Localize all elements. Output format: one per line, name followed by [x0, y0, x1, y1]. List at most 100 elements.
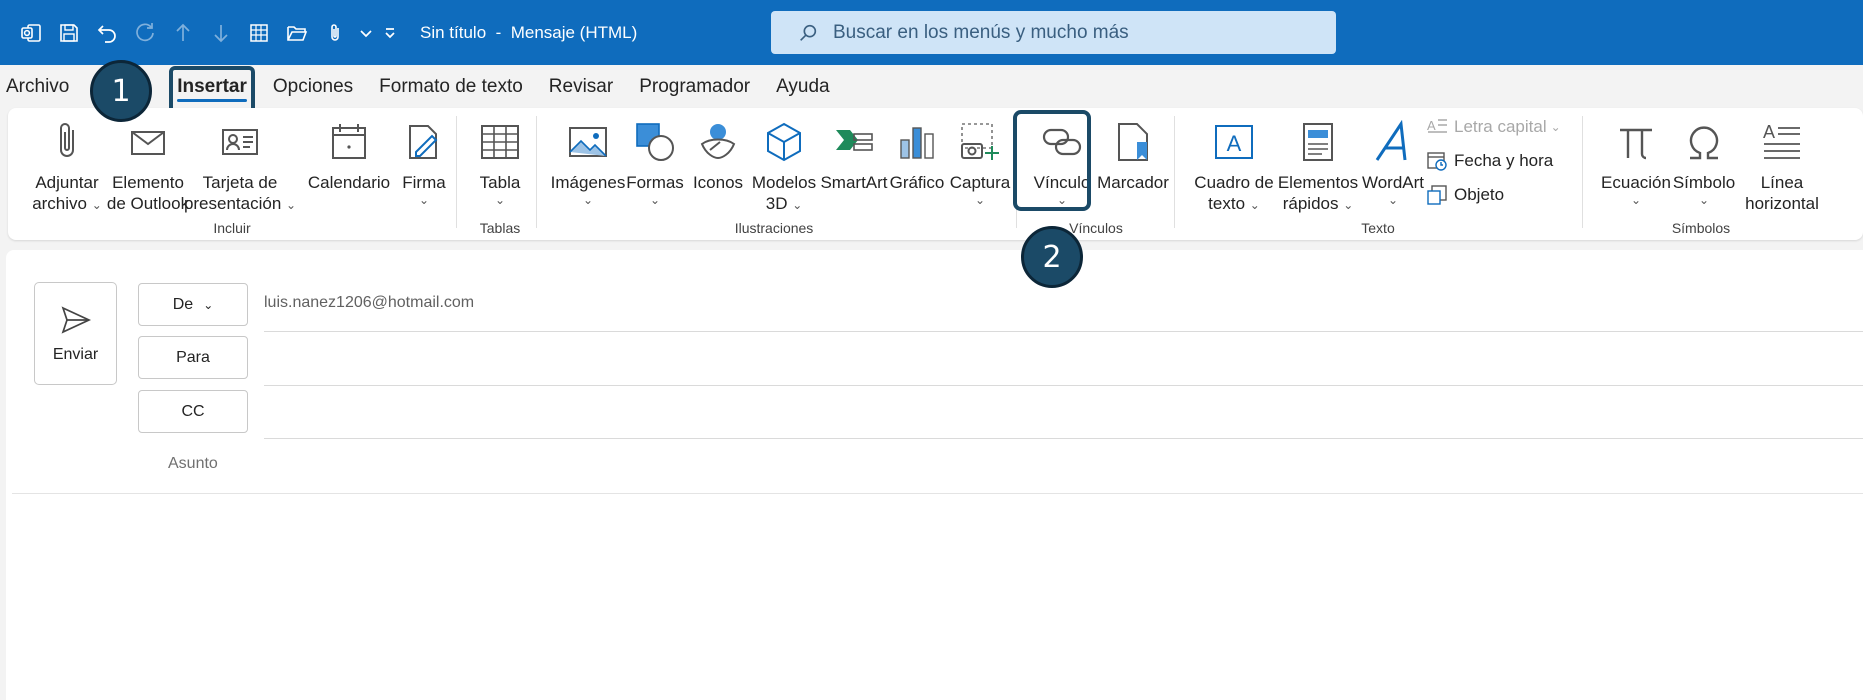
- highlight-vinculo: [1013, 110, 1091, 211]
- elementos-label-2: rápidos: [1282, 194, 1339, 213]
- search-box[interactable]: Buscar en los menús y mucho más: [771, 11, 1336, 54]
- group-label-vinculos: Vínculos: [1069, 220, 1123, 236]
- paperclip-icon[interactable]: [316, 14, 354, 52]
- divider-from: [264, 331, 1863, 332]
- to-button[interactable]: Para: [138, 336, 248, 379]
- tab-formato-de-texto[interactable]: Formato de texto: [366, 66, 536, 108]
- iconos-button[interactable]: Iconos: [688, 114, 748, 193]
- modelos-label-2: 3D: [765, 194, 788, 213]
- cuadro-label-1: Cuadro de: [1194, 173, 1274, 192]
- linea-label-1: Línea: [1760, 173, 1804, 192]
- ribbon-separator: [536, 116, 537, 228]
- folder-open-icon[interactable]: [278, 14, 316, 52]
- to-label: Para: [176, 348, 210, 366]
- captura-label: Captura: [949, 173, 1011, 192]
- calendario-label: Calendario: [307, 173, 391, 192]
- objeto-button[interactable]: Objeto: [1426, 184, 1504, 206]
- calendario-button[interactable]: Calendario: [301, 114, 397, 193]
- tab-archivo[interactable]: Archivo: [0, 66, 82, 108]
- cc-label: CC: [181, 402, 205, 420]
- object-icon: [1427, 185, 1447, 205]
- tab-ayuda[interactable]: Ayuda: [763, 66, 843, 108]
- marcador-label: Marcador: [1097, 173, 1169, 192]
- cuadro-de-texto-button[interactable]: A Cuadro de texto ⌄: [1186, 114, 1282, 214]
- title-bar: Sin título - Mensaje (HTML) Buscar en lo…: [0, 0, 1863, 65]
- ribbon-separator: [456, 116, 457, 228]
- wordart-label: WordArt: [1361, 173, 1425, 192]
- group-label-ilustraciones: Ilustraciones: [734, 220, 814, 236]
- redo-icon[interactable]: [126, 14, 164, 52]
- svg-text:A: A: [1763, 122, 1775, 142]
- ecuacion-label: Ecuación: [1601, 173, 1671, 192]
- iconos-label: Iconos: [692, 173, 744, 192]
- wordart-button[interactable]: WordArt ⌄: [1354, 114, 1432, 207]
- group-label-tablas: Tablas: [479, 220, 521, 236]
- to-input-line[interactable]: [264, 385, 1863, 386]
- paperclip-icon: [60, 123, 74, 157]
- fecha-y-hora-button[interactable]: Fecha y hora: [1426, 150, 1553, 172]
- search-icon: [800, 24, 817, 41]
- cc-button[interactable]: CC: [138, 390, 248, 433]
- formas-button[interactable]: Formas ⌄: [622, 114, 688, 207]
- undo-icon[interactable]: [88, 14, 126, 52]
- subject-input[interactable]: Asunto: [168, 455, 218, 473]
- customize-qat-icon[interactable]: [378, 14, 402, 52]
- linea-label-2: horizontal: [1745, 194, 1819, 213]
- smartart-icon: [836, 130, 873, 151]
- formas-label: Formas: [626, 173, 684, 192]
- save-icon[interactable]: [50, 14, 88, 52]
- smartart-label: SmartArt: [820, 173, 888, 192]
- from-button[interactable]: De ⌄: [138, 283, 248, 326]
- marcador-button[interactable]: Marcador: [1096, 114, 1170, 193]
- linea-horizontal-button[interactable]: A Línea horizontal: [1736, 114, 1828, 214]
- tab-revisar[interactable]: Revisar: [536, 66, 626, 108]
- step-badge-2: 2: [1021, 226, 1083, 288]
- elementos-label-1: Elementos: [1277, 173, 1359, 192]
- horizontal-line-icon: A: [1763, 122, 1800, 159]
- arrow-up-icon[interactable]: [164, 14, 202, 52]
- tabla-button[interactable]: Tabla ⌄: [464, 114, 536, 207]
- cube-3d-icon: [767, 122, 801, 162]
- bookmark-icon: [1118, 123, 1148, 161]
- send-icon: [61, 305, 91, 334]
- adjuntar-archivo-button[interactable]: Adjuntar archivo ⌄: [22, 114, 112, 214]
- elemento-label-2: de Outlook: [106, 194, 190, 213]
- grafico-label: Gráfico: [889, 173, 945, 192]
- adjuntar-label-1: Adjuntar: [35, 173, 99, 192]
- tarjeta-de-presentacion-button[interactable]: Tarjeta de presentación ⌄: [184, 114, 296, 214]
- pi-equation-icon: [1620, 128, 1652, 160]
- imagenes-label: Imágenes: [550, 173, 626, 192]
- firma-button[interactable]: Firma ⌄: [392, 114, 456, 207]
- smartart-button[interactable]: SmartArt: [814, 114, 894, 193]
- tabla-label: Tabla: [479, 173, 521, 192]
- send-button[interactable]: Enviar: [34, 282, 117, 385]
- tab-programador[interactable]: Programador: [626, 66, 763, 108]
- letra-capital-button[interactable]: A Letra capital ⌄: [1426, 116, 1561, 138]
- outlook-app-icon[interactable]: [12, 14, 50, 52]
- tab-opciones[interactable]: Opciones: [260, 66, 366, 108]
- wordart-icon: [1375, 120, 1407, 161]
- table-grid-icon[interactable]: [240, 14, 278, 52]
- elemento-de-outlook-button[interactable]: Elemento de Outlook: [100, 114, 196, 214]
- shapes-icon: [636, 123, 674, 161]
- captura-button[interactable]: Captura ⌄: [945, 114, 1015, 207]
- step-badge-1: 1: [90, 60, 152, 122]
- svg-text:A: A: [1227, 131, 1242, 156]
- imagenes-button[interactable]: Imágenes ⌄: [546, 114, 630, 207]
- cuadro-label-2: texto: [1208, 194, 1246, 213]
- chevron-down-icon[interactable]: [354, 14, 378, 52]
- grafico-button[interactable]: Gráfico: [884, 114, 950, 193]
- group-label-incluir: Incluir: [213, 220, 251, 236]
- tarjeta-label-1: Tarjeta de: [202, 173, 278, 192]
- arrow-down-icon[interactable]: [202, 14, 240, 52]
- cc-input-line[interactable]: [264, 438, 1863, 439]
- bar-chart-icon: [900, 127, 934, 159]
- signature-pen-icon: [409, 125, 438, 159]
- elementos-rapidos-button[interactable]: Elementos rápidos ⌄: [1270, 114, 1366, 214]
- send-label: Enviar: [52, 345, 99, 363]
- letra-capital-label: Letra capital: [1454, 117, 1547, 136]
- firma-label: Firma: [402, 173, 446, 192]
- group-label-texto: Texto: [1361, 220, 1395, 236]
- simbolo-button[interactable]: Símbolo ⌄: [1664, 114, 1744, 207]
- compose-area[interactable]: [6, 250, 1863, 700]
